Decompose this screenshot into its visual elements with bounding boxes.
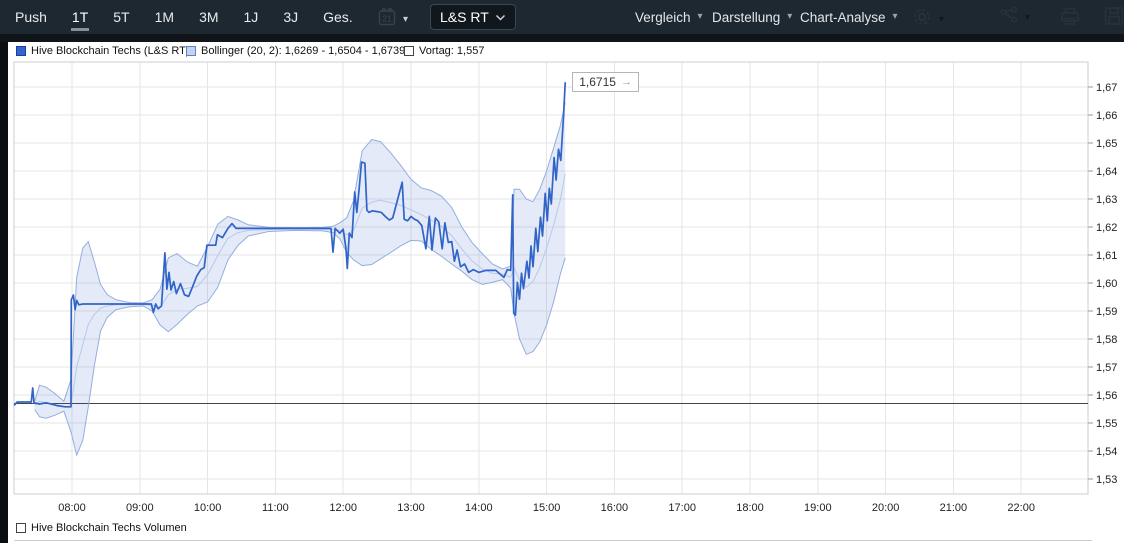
y-axis-label: 1,65 (1096, 138, 1117, 150)
y-axis-label: 1,55 (1096, 418, 1117, 430)
tab-5t[interactable]: 5T (112, 0, 130, 34)
x-axis-label: 09:00 (126, 502, 154, 514)
y-axis-label: 1,63 (1096, 194, 1117, 206)
y-axis-label: 1,60 (1096, 278, 1117, 290)
tab-1m[interactable]: 1M (154, 0, 175, 34)
y-axis-label: 1,64 (1096, 166, 1117, 178)
legend-bollinger-label: Bollinger (20, 2): 1,6269 - 1,6504 - 1,6… (201, 45, 405, 57)
legend-price-series: Hive Blockchain Techs (L&S RT) (16, 42, 190, 60)
menu-darstellung[interactable]: Darstellung ▾ (712, 0, 792, 34)
chevron-down-icon: ▾ (893, 12, 898, 22)
toolbar-divider (0, 34, 1124, 42)
gear-icon (911, 6, 933, 33)
arrow-right-icon: → (621, 76, 632, 88)
x-axis-label: 08:00 (58, 502, 86, 514)
y-axis-label: 1,54 (1096, 446, 1117, 458)
chart-toolbar: Push 1T 5T 1M 3M 1J 3J Ges. 21 ▾ L&S RT … (0, 0, 1124, 34)
settings-button[interactable]: ▾ (911, 6, 944, 33)
calendar-caret-icon: ▾ (403, 15, 408, 25)
tab-3j[interactable]: 3J (282, 0, 299, 34)
calendar-icon: 21 (376, 6, 398, 33)
vortag-color-swatch (404, 46, 414, 56)
x-axis-label: 13:00 (397, 502, 425, 514)
trading-chart-app: { "toolbar": { "push": "Push", "tabs": [… (0, 0, 1124, 543)
date-range-picker[interactable]: 21 ▾ (376, 6, 408, 33)
last-price-value: 1,6715 (579, 75, 616, 89)
feed-select[interactable]: L&S RT (430, 4, 516, 30)
y-axis-label: 1,67 (1096, 82, 1117, 94)
volume-legend: Hive Blockchain Techs Volumen (0, 519, 1124, 537)
bollinger-middle-line (35, 174, 566, 407)
x-axis-label: 14:00 (465, 502, 493, 514)
volume-plot-border (14, 540, 1092, 541)
chevron-down-icon (495, 14, 506, 21)
save-button[interactable] (1103, 6, 1124, 31)
chart-legend: Hive Blockchain Techs (L&S RT) Bollinger… (0, 42, 1124, 60)
y-axis-label: 1,62 (1096, 222, 1117, 234)
menu-vergleich[interactable]: Vergleich ▾ (635, 0, 703, 34)
menu-chart-analyse[interactable]: Chart-Analyse ▾ (800, 0, 898, 34)
x-axis-label: 11:00 (262, 502, 289, 514)
y-axis-label: 1,56 (1096, 390, 1117, 402)
chevron-down-icon: ▾ (698, 12, 703, 22)
bollinger-upper-line (35, 102, 566, 401)
series-color-swatch (16, 46, 26, 56)
y-axis-label: 1,57 (1096, 362, 1117, 374)
chevron-down-icon: ▾ (939, 15, 944, 25)
tab-3m[interactable]: 3M (198, 0, 219, 34)
x-axis-label: 16:00 (601, 502, 629, 514)
legend-price-label: Hive Blockchain Techs (L&S RT) (31, 45, 190, 57)
tab-ges[interactable]: Ges. (322, 0, 354, 34)
menu-darstellung-label: Darstellung (712, 10, 780, 25)
x-axis-label: 15:00 (533, 502, 561, 514)
share-button[interactable]: ▾ (999, 6, 1030, 29)
menu-chart-analyse-label: Chart-Analyse (800, 10, 886, 25)
x-axis-label: 21:00 (940, 502, 968, 514)
intraday-price-chart[interactable]: 1,67 1,66 1,65 1,64 1,63 1,62 1,61 1,60 1,59 1,58… (0, 0, 1124, 543)
y-axis-label: 1,61 (1096, 250, 1117, 262)
bollinger-color-swatch (186, 46, 196, 56)
price-line (15, 83, 566, 407)
x-axis-label: 18:00 (736, 502, 764, 514)
y-axis-label: 1,53 (1096, 474, 1117, 486)
tab-1j[interactable]: 1J (243, 0, 260, 34)
x-axis-label: 12:00 (329, 502, 357, 514)
x-axis-label: 20:00 (872, 502, 900, 514)
chevron-down-icon: ▾ (787, 12, 792, 22)
feed-select-value: L&S RT (440, 9, 489, 25)
share-nodes-icon (999, 6, 1019, 29)
legend-volume-label: Hive Blockchain Techs Volumen (31, 522, 187, 534)
printer-icon (1058, 6, 1082, 31)
legend-vortag: Vortag: 1,557 (404, 42, 484, 60)
x-axis-label: 19:00 (804, 502, 832, 514)
tab-1t[interactable]: 1T (71, 0, 89, 34)
last-price-flag: 1,6715 → (572, 72, 639, 92)
widget-left-border (0, 42, 8, 543)
print-button[interactable] (1058, 6, 1082, 31)
volume-color-swatch (16, 523, 26, 533)
calendar-day-number: 21 (382, 14, 392, 24)
x-axis-label: 17:00 (668, 502, 696, 514)
range-tab-bar: Push 1T 5T 1M 3M 1J 3J Ges. (14, 0, 354, 34)
legend-bollinger: Bollinger (20, 2): 1,6269 - 1,6504 - 1,6… (186, 42, 405, 60)
save-icon (1103, 6, 1124, 31)
push-toggle[interactable]: Push (14, 0, 48, 34)
legend-vortag-label: Vortag: 1,557 (419, 45, 484, 57)
chevron-down-icon: ▾ (1025, 13, 1030, 23)
y-axis-label: 1,59 (1096, 306, 1117, 318)
bollinger-band-fill (35, 102, 566, 455)
menu-vergleich-label: Vergleich (635, 10, 691, 25)
x-axis-label: 22:00 (1007, 502, 1035, 514)
y-axis-label: 1,58 (1096, 334, 1117, 346)
x-axis-label: 10:00 (194, 502, 222, 514)
y-axis-label: 1,66 (1096, 110, 1117, 122)
legend-volume-series: Hive Blockchain Techs Volumen (16, 519, 187, 537)
